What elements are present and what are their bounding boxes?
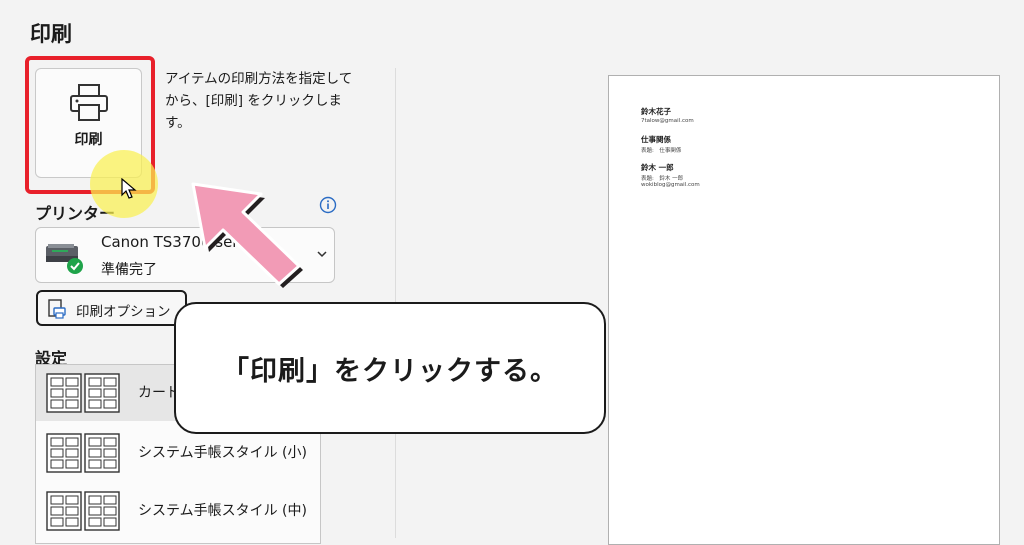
printer-icon bbox=[70, 84, 108, 121]
layout-thumbnail-icon bbox=[46, 433, 120, 473]
pointer-arrow-icon bbox=[191, 182, 303, 288]
layout-thumbnail-icon bbox=[46, 373, 120, 413]
print-preview-page: 鈴木花子 7talow@gmail.com 仕事関係 表題: 仕事関係 鈴木 一… bbox=[608, 75, 1000, 545]
chevron-down-icon bbox=[317, 251, 327, 258]
page-title: 印刷 bbox=[30, 22, 72, 46]
print-button-label: 印刷 bbox=[74, 132, 103, 148]
preview-entry-name: 鈴木花子 bbox=[641, 107, 671, 116]
print-options-icon bbox=[48, 299, 66, 319]
printer-device-icon bbox=[46, 244, 83, 274]
preview-entry-line: 表題: 鈴木 一郎 bbox=[641, 176, 684, 182]
info-icon[interactable] bbox=[319, 196, 337, 214]
mouse-cursor-icon bbox=[121, 178, 137, 199]
instruction-callout-text: 「印刷」をクリックする。 bbox=[222, 356, 558, 387]
layout-thumbnail-icon bbox=[46, 491, 120, 531]
preview-entry-line: wokiblog@gmail.com bbox=[641, 182, 700, 188]
print-options-label: 印刷オプション bbox=[76, 304, 171, 320]
preview-entry-line: 表題: 仕事関係 bbox=[641, 148, 682, 154]
preview-entry-name: 仕事関係 bbox=[641, 135, 671, 144]
preview-entry-name: 鈴木 一郎 bbox=[641, 163, 674, 172]
instruction-callout: 「印刷」をクリックする。 bbox=[174, 302, 606, 434]
printer-status: 準備完了 bbox=[101, 262, 157, 278]
help-text: アイテムの印刷方法を指定してから、[印刷] をクリックします。 bbox=[165, 71, 353, 131]
layout-item-medium[interactable]: システム手帳スタイル (中) bbox=[36, 483, 320, 539]
print-options-button[interactable]: 印刷オプション bbox=[36, 290, 187, 326]
layout-item-label: システム手帳スタイル (小) bbox=[138, 445, 307, 461]
layout-item-label: システム手帳スタイル (中) bbox=[138, 503, 307, 519]
preview-entry-line: 7talow@gmail.com bbox=[641, 118, 694, 124]
